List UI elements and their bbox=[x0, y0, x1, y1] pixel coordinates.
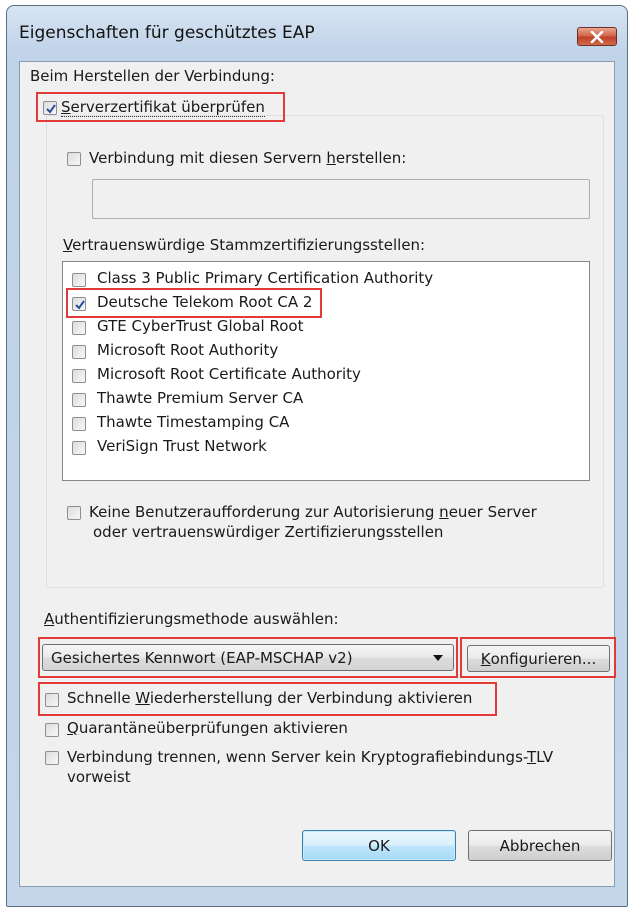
check-icon bbox=[75, 300, 85, 310]
auth-method-value: Gesichertes Kennwort (EAP-MSCHAP v2) bbox=[51, 649, 353, 667]
eap-properties-dialog: Eigenschaften für geschütztes EAP Beim H… bbox=[6, 5, 628, 907]
trusted-ca-list[interactable]: Class 3 Public Primary Certification Aut… bbox=[62, 261, 590, 481]
dropdown-arrow-icon bbox=[433, 655, 443, 661]
quarantine-checkbox[interactable] bbox=[45, 723, 59, 737]
close-icon bbox=[590, 30, 604, 43]
ca-checkbox-2[interactable] bbox=[72, 321, 86, 335]
dialog-client-area: Beim Herstellen der Verbindung: Serverze… bbox=[19, 61, 616, 887]
ca-checkbox-5[interactable] bbox=[72, 393, 86, 407]
list-item[interactable]: GTE CyberTrust Global Root bbox=[63, 315, 589, 339]
connection-heading: Beim Herstellen der Verbindung: bbox=[30, 67, 275, 85]
list-item[interactable]: Thawte Timestamping CA bbox=[63, 411, 589, 435]
list-item[interactable]: Thawte Premium Server CA bbox=[63, 387, 589, 411]
ca-checkbox-3[interactable] bbox=[72, 345, 86, 359]
window-title: Eigenschaften für geschütztes EAP bbox=[19, 23, 315, 43]
trusted-ca-heading: Vertrauenswürdige Stammzertifizierungsst… bbox=[63, 236, 426, 254]
check-icon bbox=[46, 104, 56, 114]
ca-label-5: Thawte Premium Server CA bbox=[97, 389, 304, 407]
quarantine-label[interactable]: Quarantäneüberprüfungen aktivieren bbox=[67, 719, 348, 737]
list-item[interactable]: Class 3 Public Primary Certification Aut… bbox=[63, 267, 589, 291]
auth-method-select[interactable]: Gesichertes Kennwort (EAP-MSCHAP v2) bbox=[42, 644, 454, 671]
list-item[interactable]: Deutsche Telekom Root CA 2 bbox=[63, 291, 589, 315]
no-prompt-checkbox[interactable] bbox=[67, 506, 81, 520]
ca-label-2: GTE CyberTrust Global Root bbox=[97, 317, 304, 335]
auth-method-heading: Authentifizierungsmethode auswählen: bbox=[44, 610, 339, 628]
verify-cert-label[interactable]: Serverzertifikat überprüfen bbox=[61, 98, 265, 117]
list-item[interactable]: VeriSign Trust Network bbox=[63, 435, 589, 459]
close-button[interactable] bbox=[577, 27, 617, 46]
ca-checkbox-1[interactable] bbox=[72, 297, 86, 311]
ca-checkbox-0[interactable] bbox=[72, 273, 86, 287]
ca-label-4: Microsoft Root Certificate Authority bbox=[97, 365, 361, 383]
ca-checkbox-7[interactable] bbox=[72, 441, 86, 455]
list-item[interactable]: Microsoft Root Authority bbox=[63, 339, 589, 363]
ca-label-6: Thawte Timestamping CA bbox=[97, 413, 290, 431]
cancel-button[interactable]: Abbrechen bbox=[468, 830, 612, 861]
ca-label-7: VeriSign Trust Network bbox=[97, 437, 267, 455]
no-prompt-label[interactable]: Keine Benutzeraufforderung zur Autorisie… bbox=[89, 502, 537, 542]
disconnect-label[interactable]: Verbindung trennen, wenn Server kein Kry… bbox=[67, 747, 553, 787]
ca-label-1: Deutsche Telekom Root CA 2 bbox=[97, 293, 313, 311]
fast-reconnect-checkbox[interactable] bbox=[45, 693, 59, 707]
connect-servers-checkbox[interactable] bbox=[67, 152, 81, 166]
fast-reconnect-label[interactable]: Schnelle Wiederherstellung der Verbindun… bbox=[67, 689, 472, 707]
ca-checkbox-4[interactable] bbox=[72, 369, 86, 383]
connect-servers-label[interactable]: Verbindung mit diesen Servern herstellen… bbox=[89, 149, 406, 167]
disconnect-checkbox[interactable] bbox=[45, 751, 59, 765]
servers-input[interactable] bbox=[92, 179, 590, 219]
verify-cert-checkbox[interactable] bbox=[43, 101, 57, 115]
ca-checkbox-6[interactable] bbox=[72, 417, 86, 431]
configure-button[interactable]: Konfigurieren... bbox=[467, 645, 610, 672]
list-item[interactable]: Microsoft Root Certificate Authority bbox=[63, 363, 589, 387]
ok-button[interactable]: OK bbox=[302, 830, 456, 861]
ca-label-0: Class 3 Public Primary Certification Aut… bbox=[97, 269, 434, 287]
ca-label-3: Microsoft Root Authority bbox=[97, 341, 279, 359]
